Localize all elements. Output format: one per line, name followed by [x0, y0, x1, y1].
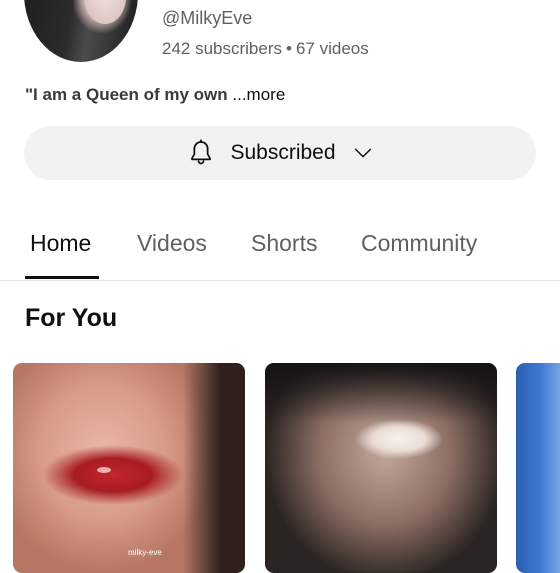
- thumbnail-shade: [265, 363, 497, 423]
- tab-community[interactable]: Community: [361, 230, 477, 257]
- stats-separator: •: [286, 39, 292, 58]
- chevron-down-icon: [354, 148, 371, 158]
- avatar-face: [84, 0, 126, 24]
- channel-tabs: Home Videos Shorts Community: [0, 216, 560, 281]
- thumbnail-shade: [183, 363, 245, 573]
- channel-stats: 242 subscribers • 67 videos: [162, 39, 369, 59]
- video-thumbnail[interactable]: [265, 363, 497, 573]
- bell-icon: [191, 139, 212, 165]
- description-text: "I am a Queen of my own: [25, 85, 228, 104]
- subscribed-button[interactable]: Subscribed: [24, 126, 536, 180]
- video-thumbnail[interactable]: [516, 363, 560, 573]
- tab-home[interactable]: Home: [30, 230, 91, 257]
- channel-description[interactable]: "I am a Queen of my own ...more: [25, 85, 285, 105]
- channel-handle: @MilkyEve: [162, 8, 253, 28]
- video-thumbnail[interactable]: milky-eve: [13, 363, 245, 573]
- channel-avatar[interactable]: [24, 0, 138, 62]
- tab-shorts[interactable]: Shorts: [251, 230, 317, 257]
- thumbnail-watermark: milky-eve: [128, 548, 162, 557]
- section-title: For You: [25, 304, 118, 332]
- tab-videos[interactable]: Videos: [137, 230, 207, 257]
- subscriber-count: 242 subscribers: [162, 39, 283, 58]
- video-count: 67 videos: [295, 39, 369, 58]
- active-tab-indicator: [25, 276, 99, 279]
- more-link[interactable]: ...more: [232, 85, 285, 104]
- thumbnail-highlight: [97, 467, 111, 473]
- subscribed-label: Subscribed: [230, 141, 336, 164]
